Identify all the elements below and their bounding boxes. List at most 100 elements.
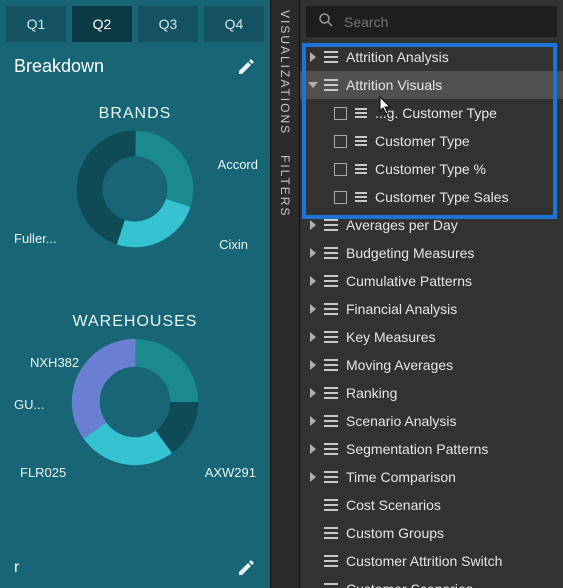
breakdown-title: Breakdown: [14, 56, 104, 77]
tab-q1[interactable]: Q1: [6, 6, 66, 42]
quarter-tabs: Q1 Q2 Q3 Q4: [0, 0, 270, 42]
chevron-right-icon: [310, 52, 316, 62]
tab-q2[interactable]: Q2: [72, 6, 132, 42]
field-custom-groups[interactable]: Custom Groups: [300, 519, 563, 547]
field-moving-averages[interactable]: Moving Averages: [300, 351, 563, 379]
brands-label-cixin: Cixin: [219, 237, 248, 252]
field-avg-customer-type[interactable]: ...g. Customer Type: [300, 99, 563, 127]
chevron-right-icon: [310, 416, 316, 426]
field-attrition-analysis[interactable]: Attrition Analysis: [300, 43, 563, 71]
checkbox[interactable]: [334, 135, 347, 148]
search-input[interactable]: [344, 14, 545, 30]
field-customer-type-pct[interactable]: Customer Type %: [300, 155, 563, 183]
chevron-down-icon: [308, 82, 318, 88]
field-key-measures[interactable]: Key Measures: [300, 323, 563, 351]
table-icon: [324, 387, 338, 399]
brands-label-accord: Accord: [218, 157, 258, 172]
field-label: Financial Analysis: [346, 301, 457, 317]
chevron-right-icon: [310, 220, 316, 230]
table-icon: [324, 359, 338, 371]
field-label: Key Measures: [346, 329, 435, 345]
field-label: ...g. Customer Type: [375, 105, 497, 121]
table-icon: [324, 303, 338, 315]
field-scenario-analysis[interactable]: Scenario Analysis: [300, 407, 563, 435]
field-label: Customer Type: [375, 133, 470, 149]
checkbox[interactable]: [334, 163, 347, 176]
rail-filters[interactable]: FILTERS: [278, 145, 292, 227]
field-customer-type[interactable]: Customer Type: [300, 127, 563, 155]
field-label: Averages per Day: [346, 217, 458, 233]
chevron-right-icon: [310, 472, 316, 482]
brands-donut-chart[interactable]: Accord Cixin Fuller...: [0, 129, 270, 299]
field-icon: [355, 164, 367, 174]
table-icon: [324, 583, 338, 588]
checkbox[interactable]: [334, 107, 347, 120]
warehouses-donut-chart[interactable]: NXH382 GU... FLR025 AXW291: [0, 337, 270, 527]
fields-list: Attrition Analysis Attrition Visuals ...…: [300, 43, 563, 588]
edit-icon[interactable]: [236, 57, 256, 77]
report-canvas: Q1 Q2 Q3 Q4 Breakdown BRANDS Accord Cixi…: [0, 0, 270, 588]
field-label: Customer Type Sales: [375, 189, 509, 205]
chevron-right-icon: [310, 248, 316, 258]
field-icon: [355, 108, 367, 118]
field-label: Budgeting Measures: [346, 245, 474, 261]
table-icon: [324, 555, 338, 567]
field-label: Moving Averages: [346, 357, 453, 373]
checkbox[interactable]: [334, 191, 347, 204]
tab-q3[interactable]: Q3: [138, 6, 198, 42]
field-label: Customer Scenarios: [346, 581, 473, 588]
table-icon: [324, 527, 338, 539]
table-icon: [324, 247, 338, 259]
spacer: [310, 584, 316, 588]
field-icon: [355, 192, 367, 202]
brands-title: BRANDS: [0, 105, 270, 123]
field-label: Segmentation Patterns: [346, 441, 488, 457]
field-customer-attrition-switch[interactable]: Customer Attrition Switch: [300, 547, 563, 575]
chevron-right-icon: [310, 444, 316, 454]
field-label: Cumulative Patterns: [346, 273, 472, 289]
table-icon: [324, 51, 338, 63]
field-cost-scenarios[interactable]: Cost Scenarios: [300, 491, 563, 519]
field-label: Customer Attrition Switch: [346, 553, 502, 569]
field-label: Time Comparison: [346, 469, 456, 485]
tab-q4[interactable]: Q4: [204, 6, 264, 42]
table-icon: [324, 275, 338, 287]
field-label: Scenario Analysis: [346, 413, 457, 429]
warehouses-label-axw291: AXW291: [205, 465, 256, 480]
field-financial-analysis[interactable]: Financial Analysis: [300, 295, 563, 323]
brands-label-fuller: Fuller...: [14, 231, 57, 246]
bottom-label: r: [14, 559, 19, 577]
chevron-right-icon: [310, 304, 316, 314]
field-label: Attrition Analysis: [346, 49, 449, 65]
chevron-right-icon: [310, 332, 316, 342]
chevron-right-icon: [310, 388, 316, 398]
edit-icon-bottom[interactable]: [236, 558, 256, 578]
field-time-comparison[interactable]: Time Comparison: [300, 463, 563, 491]
chevron-right-icon: [310, 276, 316, 286]
warehouses-label-nxh382: NXH382: [30, 355, 79, 370]
field-budgeting-measures[interactable]: Budgeting Measures: [300, 239, 563, 267]
field-averages-per-day[interactable]: Averages per Day: [300, 211, 563, 239]
field-label: Ranking: [346, 385, 397, 401]
warehouses-label-flr025: FLR025: [20, 465, 66, 480]
field-customer-type-sales[interactable]: Customer Type Sales: [300, 183, 563, 211]
field-label: Customer Type %: [375, 161, 486, 177]
spacer: [310, 528, 316, 538]
table-icon: [324, 415, 338, 427]
chevron-right-icon: [310, 360, 316, 370]
field-cumulative-patterns[interactable]: Cumulative Patterns: [300, 267, 563, 295]
spacer: [310, 556, 316, 566]
table-icon: [324, 499, 338, 511]
field-customer-scenarios[interactable]: Customer Scenarios: [300, 575, 563, 588]
field-attrition-visuals[interactable]: Attrition Visuals: [300, 71, 563, 99]
rail-visualizations[interactable]: VISUALIZATIONS: [278, 0, 292, 145]
field-icon: [355, 136, 367, 146]
table-icon: [324, 443, 338, 455]
field-label: Cost Scenarios: [346, 497, 441, 513]
search-box[interactable]: [306, 6, 557, 37]
breakdown-header: Breakdown: [0, 42, 270, 91]
field-segmentation-patterns[interactable]: Segmentation Patterns: [300, 435, 563, 463]
field-ranking[interactable]: Ranking: [300, 379, 563, 407]
table-icon: [324, 331, 338, 343]
spacer: [310, 500, 316, 510]
